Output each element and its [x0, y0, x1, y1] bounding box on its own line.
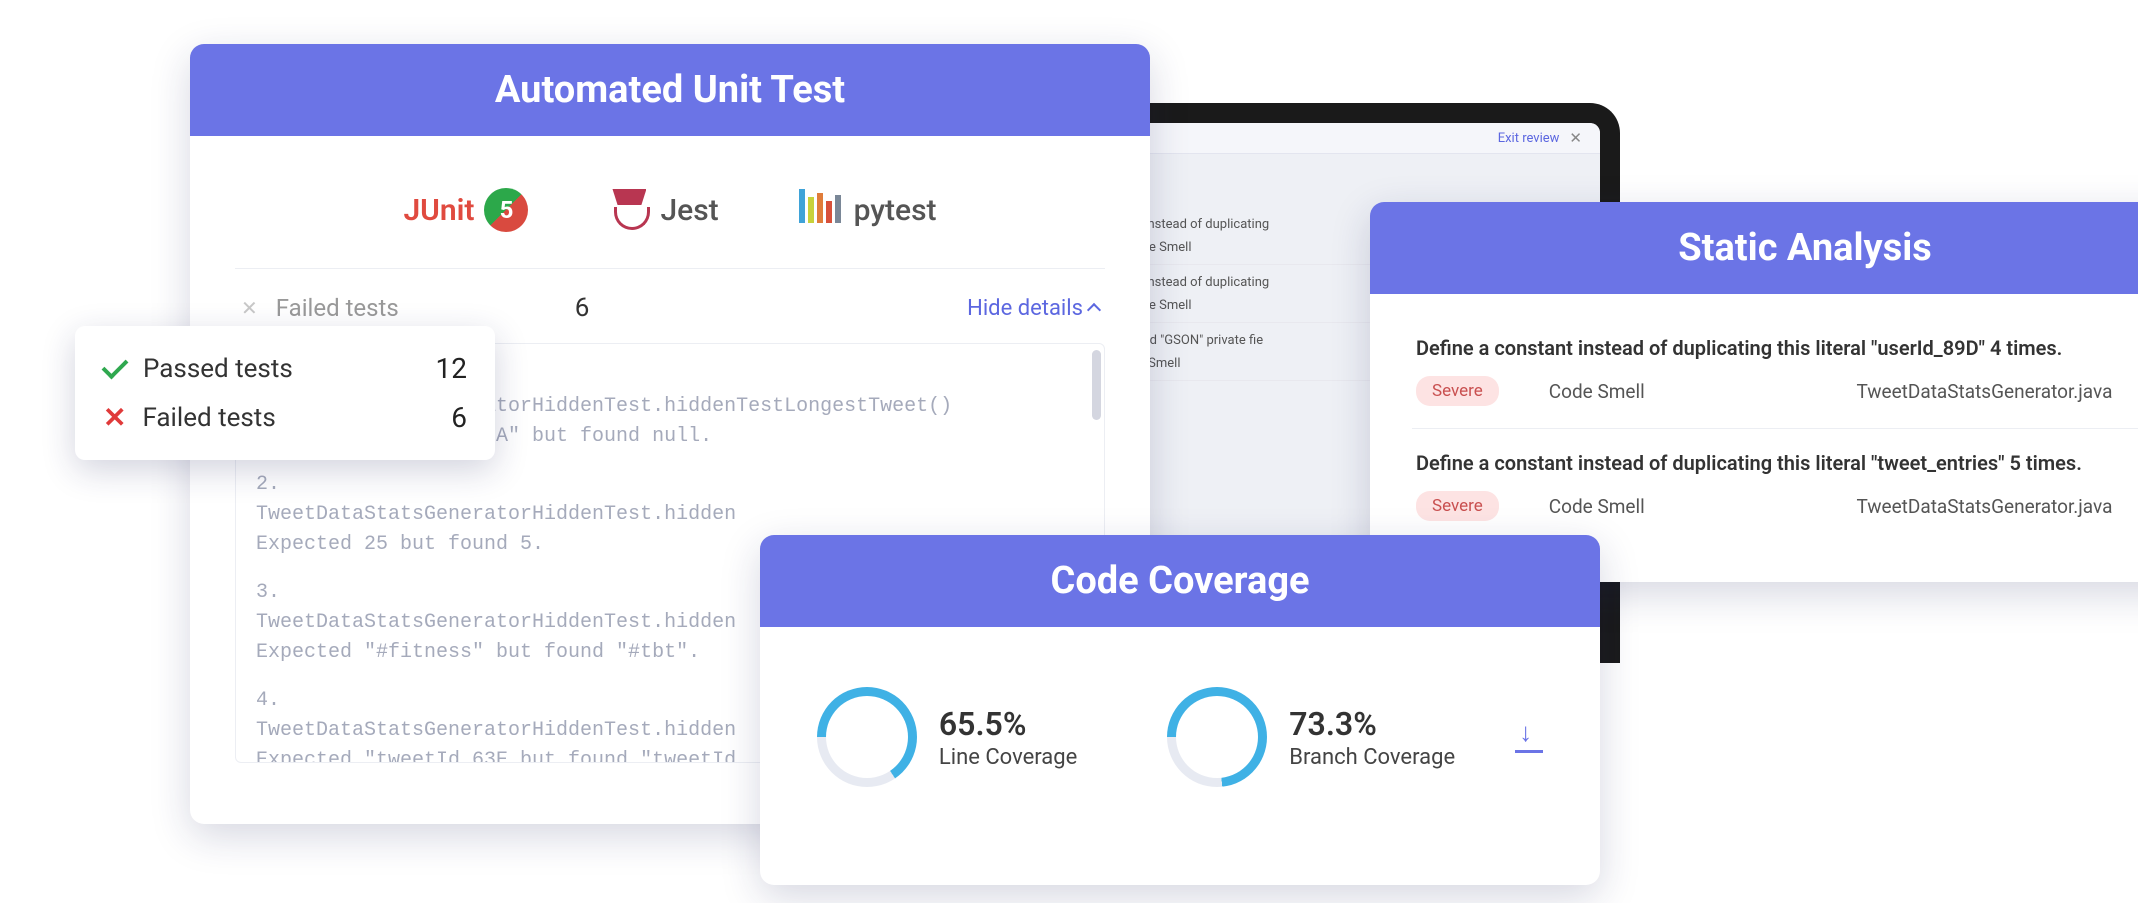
issue-description: Define a constant instead of duplicating… [1416, 451, 2138, 475]
line-coverage-item: 65.5% Line Coverage [817, 687, 1077, 787]
static-issue[interactable]: Define a constant instead of duplicating… [1412, 314, 2138, 429]
issue-file: TweetDataStatsGenerator.java [1856, 495, 2112, 518]
severity-badge: Severe [1416, 491, 1499, 521]
branch-coverage-ring-icon [1167, 687, 1267, 787]
jest-icon [608, 189, 650, 231]
passed-tests-count: 12 [436, 352, 467, 385]
pytest-logo: pytest [799, 189, 937, 231]
issue-kind: Code Smell [1549, 380, 1645, 403]
pytest-text: pytest [854, 193, 937, 228]
unit-test-title: Automated Unit Test [190, 44, 1150, 136]
line-coverage-ring-icon [817, 687, 917, 787]
chevron-up-icon [1087, 303, 1101, 317]
failed-tests-count: 6 [575, 293, 590, 323]
x-fail-icon: ✕ [103, 401, 126, 434]
jest-logo: Jest [608, 189, 718, 231]
branch-coverage-label: Branch Coverage [1289, 745, 1455, 770]
failed-tests-row: ✕ Failed tests 6 [103, 393, 467, 442]
issue-kind: Code Smell [1549, 495, 1645, 518]
failed-tests-label: Failed tests [276, 294, 399, 322]
check-icon [102, 352, 129, 379]
jest-text: Jest [660, 193, 718, 228]
passed-tests-label: Passed tests [143, 354, 293, 384]
severity-badge: Severe [1416, 376, 1499, 406]
junit5-badge-icon: 5 [484, 188, 528, 232]
branch-coverage-item: 73.3% Branch Coverage [1167, 687, 1455, 787]
hide-details-label: Hide details [967, 296, 1083, 321]
test-framework-logos: JUnit 5 Jest pytest [235, 166, 1105, 269]
scrollbar[interactable] [1092, 350, 1101, 420]
test-results-popup: Passed tests 12 ✕ Failed tests 6 [75, 326, 495, 460]
static-issue[interactable]: Define a constant instead of duplicating… [1412, 429, 2138, 543]
download-icon[interactable] [1515, 723, 1543, 751]
pytest-icon [799, 189, 844, 231]
test-summary-row: ✕ Failed tests 6 Hide details [235, 269, 1105, 333]
issue-file: TweetDataStatsGenerator.java [1856, 380, 2112, 403]
line-coverage-label: Line Coverage [939, 745, 1077, 770]
branch-coverage-pct: 73.3% [1289, 705, 1455, 743]
static-title: Static Analysis [1370, 202, 2138, 294]
close-icon[interactable]: ✕ [1569, 129, 1582, 147]
junit-logo: JUnit 5 [403, 188, 528, 232]
failed-tests-count2: 6 [451, 401, 467, 434]
failed-tests-label2: Failed tests [142, 403, 275, 433]
coverage-title: Code Coverage [760, 535, 1600, 627]
line-coverage-pct: 65.5% [939, 705, 1077, 743]
passed-tests-row: Passed tests 12 [103, 344, 467, 393]
hide-details-toggle[interactable]: Hide details [967, 296, 1099, 321]
static-analysis-card: Static Analysis Define a constant instea… [1370, 202, 2138, 582]
exit-review-link[interactable]: Exit review [1498, 131, 1560, 146]
code-coverage-card: Code Coverage 65.5% Line Coverage 73.3% … [760, 535, 1600, 885]
x-icon: ✕ [241, 296, 258, 320]
issue-description: Define a constant instead of duplicating… [1416, 336, 2138, 360]
junit-text: JUnit [403, 193, 474, 228]
